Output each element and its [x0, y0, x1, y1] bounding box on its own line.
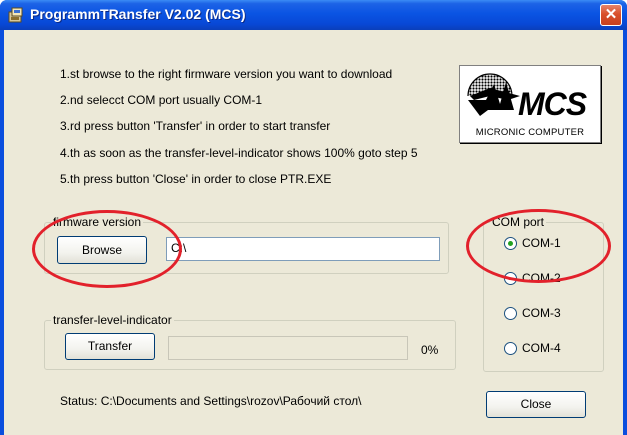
radio-button[interactable] [504, 237, 517, 250]
instruction-line: 5.th press button 'Close' in order to cl… [60, 172, 332, 186]
radio-button[interactable] [504, 272, 517, 285]
transfer-button-label: Transfer [87, 339, 133, 353]
window-title: ProgrammTRansfer V2.02 (MCS) [30, 6, 246, 22]
transfer-percent: 0% [421, 343, 439, 357]
browse-button-label: Browse [81, 243, 122, 257]
title-bar[interactable]: ProgrammTRansfer V2.02 (MCS) ✕ [0, 0, 627, 30]
instruction-line: 3.rd press button 'Transfer' in order to… [60, 119, 331, 133]
close-button[interactable]: Close [486, 391, 586, 418]
close-button-label: Close [520, 397, 552, 411]
radio-button[interactable] [504, 307, 517, 320]
radio-selected-dot [508, 241, 513, 246]
app-icon[interactable] [7, 6, 25, 24]
firmware-path-input[interactable]: C:\ [166, 237, 440, 261]
radio-button[interactable] [504, 342, 517, 355]
browse-button[interactable]: Browse [57, 236, 147, 264]
logo-subtitle: MICRONIC COMPUTER [475, 127, 585, 138]
status-text: Status: C:\Documents and Settings\rozov\… [60, 394, 362, 408]
transfer-group-label: transfer-level-indicator [51, 313, 174, 327]
logo-mark: MCS [518, 86, 587, 122]
close-icon: ✕ [604, 6, 618, 23]
radio-label: COM-3 [522, 306, 561, 320]
com-port-group-label: COM port [490, 215, 547, 229]
firmware-group-label: firmware version [51, 215, 144, 229]
instruction-line: 1.st browse to the right firmware versio… [60, 67, 393, 81]
instruction-line: 4.th as soon as the transfer-level-indic… [60, 146, 418, 160]
radio-label: COM-4 [522, 341, 561, 355]
transfer-level-indicator [168, 336, 408, 360]
instruction-line: 2.nd selecct COM port usually COM-1 [60, 93, 263, 107]
window-close-button[interactable]: ✕ [600, 4, 622, 26]
transfer-button[interactable]: Transfer [65, 333, 155, 360]
radio-label: COM-1 [522, 236, 561, 250]
radio-label: COM-2 [522, 271, 561, 285]
mcs-logo: MCS MICRONIC COMPUTER [459, 65, 601, 143]
